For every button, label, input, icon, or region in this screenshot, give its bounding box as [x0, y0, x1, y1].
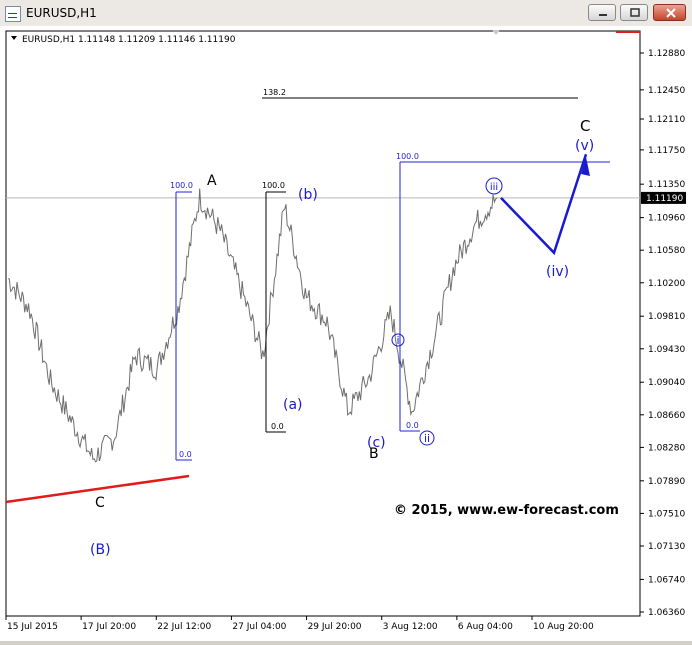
copyright-watermark: © 2015, www.ew-forecast.com [394, 503, 619, 518]
fib-mid-0-label: 0.0 [271, 422, 284, 431]
y-tick-label: 1.12450 [648, 86, 685, 96]
y-tick-label: 1.08660 [648, 411, 685, 421]
maximize-icon [630, 8, 640, 17]
minimize-button[interactable] [588, 4, 616, 21]
y-tick-label: 1.11350 [648, 180, 685, 190]
x-axis: 15 Jul 2015 17 Jul 20:00 22 Jul 12:00 27 Ju… [5, 616, 594, 632]
y-tick-label: 1.12880 [648, 49, 685, 59]
y-tick-label: 1.06360 [648, 608, 685, 618]
wave-label-c-low: C [95, 495, 105, 511]
fib-left-100-label: 100.0 [170, 181, 193, 190]
window-titlebar: EURUSD,H1 [0, 0, 692, 27]
fib-right-100-label: 100.0 [396, 152, 419, 161]
y-tick-label: 1.06740 [648, 575, 685, 585]
y-tick-label: 1.08280 [648, 443, 685, 453]
y-axis: 1.12880 1.12450 1.12110 1.11750 1.11350 1.109… [640, 49, 685, 618]
x-tick-label: 17 Jul 20:00 [82, 622, 136, 632]
close-icon [666, 8, 676, 18]
x-tick-label: 29 Jul 20:00 [308, 622, 362, 632]
wave-label-i: i [396, 334, 399, 347]
y-tick-label: 1.09040 [648, 378, 685, 388]
y-tick-label: 1.10960 [648, 214, 685, 224]
wave-label-ii: ii [424, 432, 430, 445]
wave-label-c-target: C [580, 117, 590, 135]
current-price-value: 1.11190 [646, 194, 683, 204]
y-tick-label: 1.10580 [648, 246, 685, 256]
window-title: EURUSD,H1 [26, 6, 97, 20]
current-price-tag: 1.11190 [641, 191, 686, 204]
fib-right-0-label: 0.0 [406, 421, 419, 430]
wave-label-a: A [207, 173, 217, 189]
price-chart[interactable]: EURUSD,H1 1.11148 1.11209 1.11146 1.1119… [0, 26, 692, 641]
minimize-icon [599, 14, 607, 16]
plot-area[interactable] [5, 30, 641, 617]
wave-label-iv: (iv) [546, 264, 569, 280]
wave-label-v: (v) [575, 138, 594, 154]
wave-label-b-minor: (b) [298, 187, 318, 203]
y-tick-label: 1.12110 [648, 115, 685, 125]
x-tick-label: 27 Jul 04:00 [232, 622, 286, 632]
wave-label-b: B [369, 446, 379, 462]
fib-left-0-label: 0.0 [179, 450, 192, 459]
maximize-button[interactable] [620, 4, 648, 21]
y-tick-label: 1.07510 [648, 509, 685, 519]
chart-window-icon [5, 6, 21, 22]
y-tick-label: 1.07130 [648, 542, 685, 552]
x-tick-label: 15 Jul 2015 [7, 622, 58, 632]
wave-label-b-major: (B) [90, 542, 111, 558]
close-button[interactable] [653, 4, 686, 21]
y-tick-label: 1.11750 [648, 146, 685, 156]
wave-label-iii: iii [490, 182, 498, 193]
y-tick-label: 1.10200 [648, 279, 685, 289]
x-tick-label: 10 Aug 20:00 [533, 622, 594, 632]
y-tick-label: 1.09810 [648, 312, 685, 322]
chart-panel[interactable]: EURUSD,H1 1.11148 1.11209 1.11146 1.1119… [0, 26, 692, 641]
x-tick-label: 22 Jul 12:00 [157, 622, 211, 632]
chart-header-label: EURUSD,H1 1.11148 1.11209 1.11146 1.1119… [22, 35, 236, 45]
wave-label-a-minor: (a) [283, 397, 303, 413]
y-tick-label: 1.07890 [648, 477, 685, 487]
fib-mid-100-label: 100.0 [262, 181, 285, 190]
y-tick-label: 1.09430 [648, 345, 685, 355]
fib-138-label: 138.2 [263, 88, 286, 97]
x-tick-label: 3 Aug 12:00 [383, 622, 438, 632]
x-tick-label: 6 Aug 04:00 [458, 622, 513, 632]
